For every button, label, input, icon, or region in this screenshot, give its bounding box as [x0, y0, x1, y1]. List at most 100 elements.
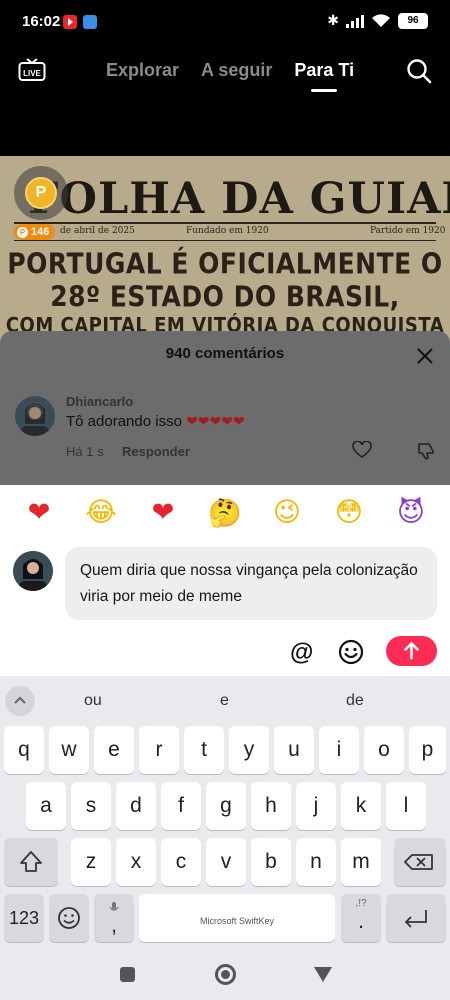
comment-body: Tô adorando isso: [66, 413, 182, 430]
shift-arrow-icon: [20, 851, 42, 872]
reply-button[interactable]: Responder: [122, 444, 190, 459]
emoji-thinking[interactable]: 🤔: [205, 497, 245, 529]
key-h[interactable]: h: [251, 782, 291, 830]
search-icon[interactable]: [406, 58, 432, 84]
headline-line-2: 28º ESTADO DO BRASIL,: [50, 279, 400, 314]
key-p[interactable]: p: [409, 726, 446, 774]
comments-title: 940 comentários: [165, 345, 285, 362]
app-notification-icon: [83, 15, 97, 29]
feed-tabs: Explorar A seguir Para Ti: [106, 60, 354, 92]
enter-icon: [404, 910, 427, 928]
system-nav-bar: [0, 948, 450, 1000]
comma-key[interactable]: ,: [94, 894, 134, 942]
heart-like-icon[interactable]: [352, 441, 372, 459]
key-o[interactable]: o: [364, 726, 404, 774]
key-q[interactable]: q: [4, 726, 44, 774]
newspaper-date: de abril de 2025: [60, 226, 135, 236]
comment-hearts: ❤❤❤❤❤: [186, 413, 245, 429]
live-tv-icon[interactable]: LIVE: [18, 58, 46, 82]
key-w[interactable]: w: [49, 726, 89, 774]
key-d[interactable]: d: [116, 782, 156, 830]
key-j[interactable]: j: [296, 782, 336, 830]
key-f[interactable]: f: [161, 782, 201, 830]
key-r[interactable]: r: [139, 726, 179, 774]
key-n[interactable]: n: [296, 838, 336, 886]
numbers-key[interactable]: 123: [4, 894, 44, 942]
quick-emoji-row: ❤ 😂 ❤ 🤔 😉 😳 😈: [0, 497, 450, 529]
emoji-flushed[interactable]: 😳: [329, 497, 369, 529]
dislike-icon[interactable]: [416, 441, 436, 461]
period-key[interactable]: ,!? .: [341, 894, 381, 942]
emoji-wink[interactable]: 😉: [267, 497, 307, 529]
key-a[interactable]: a: [26, 782, 66, 830]
top-nav: LIVE Explorar A seguir Para Ti: [0, 46, 450, 98]
mention-icon[interactable]: @: [290, 639, 313, 667]
shift-key[interactable]: [4, 838, 58, 886]
comma-label: ,: [111, 914, 117, 937]
backspace-icon: [404, 854, 433, 870]
tab-a-seguir[interactable]: A seguir: [201, 60, 272, 81]
key-g[interactable]: g: [206, 782, 246, 830]
status-icons: ✱ 96: [327, 12, 428, 29]
coin-reward-button[interactable]: P: [14, 166, 68, 220]
suggestion-2[interactable]: e: [220, 692, 229, 710]
newspaper-founded: Fundado em 1920: [186, 226, 269, 236]
send-button[interactable]: [386, 636, 437, 666]
key-v[interactable]: v: [206, 838, 246, 886]
coin-small-icon: P: [17, 226, 28, 238]
newspaper-party: Partido em 1920: [370, 226, 446, 236]
key-s[interactable]: s: [71, 782, 111, 830]
newspaper-rule: [14, 222, 436, 224]
newspaper-name: FOLHA DA GUIANA: [28, 174, 450, 224]
comment-avatar[interactable]: [15, 396, 55, 436]
key-l[interactable]: l: [386, 782, 426, 830]
key-t[interactable]: t: [184, 726, 224, 774]
key-i[interactable]: i: [319, 726, 359, 774]
wifi-icon: [372, 13, 390, 27]
user-avatar: [13, 551, 53, 591]
emoji-heart[interactable]: ❤: [19, 497, 59, 529]
back-icon[interactable]: [314, 967, 332, 982]
battery-icon: 96: [398, 12, 428, 29]
avatar-figure-icon: [21, 403, 49, 436]
key-x[interactable]: x: [116, 838, 156, 886]
key-z[interactable]: z: [71, 838, 111, 886]
suggestion-3[interactable]: de: [346, 692, 364, 710]
emoji-devil[interactable]: 😈: [391, 497, 431, 529]
video-letterbox: [0, 98, 450, 156]
bluetooth-icon: ✱: [327, 12, 339, 28]
tab-explorar[interactable]: Explorar: [106, 60, 179, 81]
comments-sheet: 940 comentários Dhiancarlo Tô adorando i…: [0, 331, 450, 485]
recent-apps-icon[interactable]: [120, 967, 135, 982]
tab-para-ti[interactable]: Para Ti: [294, 60, 354, 92]
coin-icon: P: [25, 177, 57, 209]
key-m[interactable]: m: [341, 838, 381, 886]
emoji-heart-2[interactable]: ❤: [143, 497, 183, 529]
comment-composer: ❤ 😂 ❤ 🤔 😉 😳 😈 Quem diria que nossa vinga…: [0, 485, 450, 676]
key-c[interactable]: c: [161, 838, 201, 886]
newspaper-rule-2: [14, 240, 436, 241]
emoji-laughing[interactable]: 😂: [81, 497, 121, 529]
key-e[interactable]: e: [94, 726, 134, 774]
comment-input[interactable]: Quem diria que nossa vingança pela colon…: [65, 547, 437, 620]
emoji-key[interactable]: [49, 894, 89, 942]
emoji-picker-icon[interactable]: [338, 639, 364, 665]
key-u[interactable]: u: [274, 726, 314, 774]
close-icon[interactable]: [416, 347, 434, 365]
status-bar: 16:02 ✱ 96: [0, 0, 450, 46]
key-k[interactable]: k: [341, 782, 381, 830]
home-icon[interactable]: [215, 964, 236, 985]
signal-icon: [346, 14, 364, 28]
enter-key[interactable]: [386, 894, 446, 942]
key-y[interactable]: y: [229, 726, 269, 774]
backspace-key[interactable]: [394, 838, 446, 886]
chevron-up-icon: [14, 696, 26, 704]
suggestion-1[interactable]: ou: [84, 692, 102, 710]
smile-icon: [58, 907, 80, 929]
comment-username[interactable]: Dhiancarlo: [66, 394, 133, 409]
keyboard-collapse-button[interactable]: [5, 686, 35, 716]
status-time: 16:02: [22, 13, 61, 30]
key-b[interactable]: b: [251, 838, 291, 886]
period-label: .: [358, 910, 364, 933]
space-key[interactable]: Microsoft SwiftKey: [139, 894, 335, 942]
